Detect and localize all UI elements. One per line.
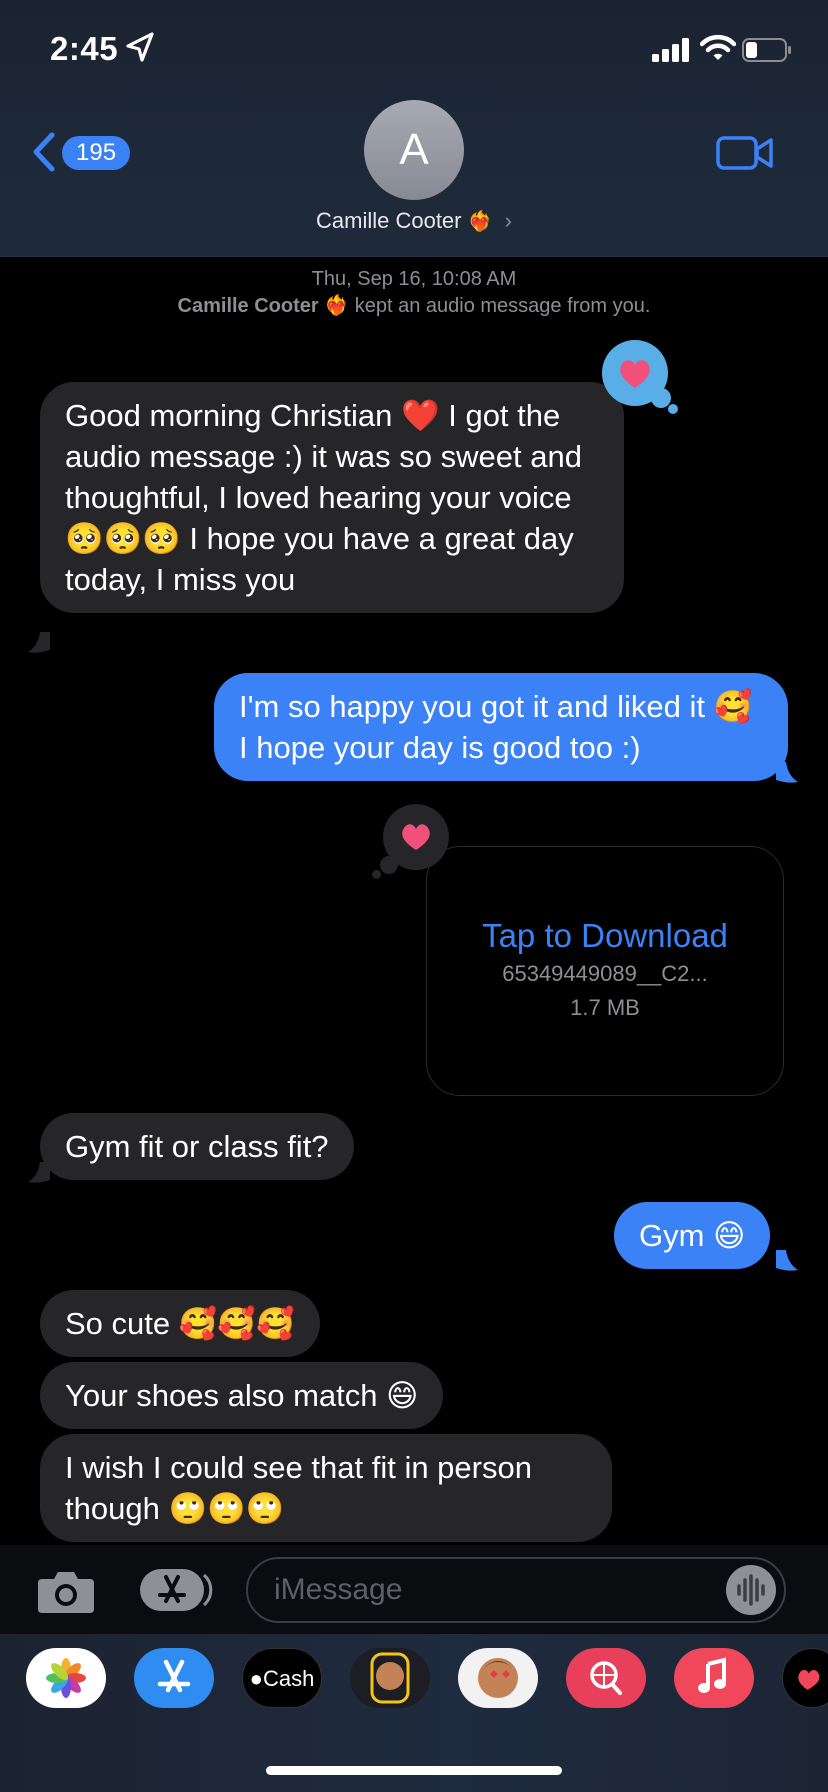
message-text: Gym [639, 1218, 714, 1253]
message-text: I hope your day is good too :) [239, 730, 641, 765]
message-incoming[interactable]: Gym fit or class fit? [40, 1113, 354, 1180]
tapback-dot [380, 856, 398, 874]
battery-icon [742, 38, 791, 62]
message-text: So cute [65, 1306, 179, 1341]
message-text: I wish I could see that fit in person th… [65, 1450, 532, 1526]
imessage-input[interactable]: iMessage [246, 1557, 786, 1623]
message-text: Gym fit or class fit? [65, 1129, 329, 1164]
chevron-left-icon [33, 132, 55, 172]
message-text: Good morning Christian [65, 398, 401, 433]
timestamp-time: 10:08 AM [431, 268, 517, 290]
kept-name: Camille Cooter [177, 295, 319, 317]
status-time: 2:45 [50, 30, 119, 67]
conversation-info: Thu, Sep 16, 10:08 AM Camille Cooter ❤️‍… [0, 266, 828, 320]
status-bar: 2:45 [0, 0, 828, 100]
unread-count-badge: 195 [62, 136, 131, 170]
message-incoming[interactable]: So cute 🥰🥰🥰 [40, 1290, 320, 1357]
bubble-tail [776, 1250, 798, 1271]
attachment-download-bubble[interactable]: Tap to Download 65349449089__C2... 1.7 M… [426, 846, 784, 1096]
attachment-size: 1.7 MB [570, 995, 640, 1020]
timestamp-day: Thu, Sep 16, [311, 268, 427, 290]
kept-emoji: ❤️‍🔥 [324, 295, 350, 317]
message-emoji: 😄 [386, 1378, 419, 1413]
photos-app-icon[interactable] [26, 1648, 106, 1708]
imessage-placeholder: iMessage [274, 1573, 403, 1606]
tapback-dot [372, 870, 381, 879]
app-store-apps-icon[interactable] [138, 1565, 214, 1615]
bubble-tail [28, 1162, 50, 1183]
back-button[interactable]: 195 [30, 128, 131, 174]
message-text: I'm so happy you got it and liked it [239, 689, 714, 724]
location-arrow-icon [126, 32, 154, 62]
message-emoji: 🙄🙄🙄 [168, 1491, 285, 1526]
timestamp: Thu, Sep 16, 10:08 AM [0, 266, 828, 293]
message-emoji: 🥺🥺🥺 [65, 521, 181, 556]
memoji-stickers-icon[interactable] [458, 1648, 538, 1708]
bubble-tail [776, 762, 798, 783]
message-outgoing[interactable]: I'm so happy you got it and liked it 🥰 I… [214, 673, 788, 781]
chevron-right-icon: › [504, 208, 512, 233]
kept-text: kept an audio message from you. [354, 295, 651, 317]
contact-emoji: ❤️‍🔥 [467, 211, 493, 233]
memoji-icon[interactable] [350, 1648, 430, 1708]
message-incoming[interactable]: I wish I could see that fit in person th… [40, 1434, 612, 1542]
digital-touch-icon[interactable] [782, 1648, 828, 1708]
message-outgoing[interactable]: Gym 😄 [614, 1202, 771, 1269]
facetime-video-icon[interactable] [716, 134, 774, 172]
contact-name-button[interactable]: Camille Cooter ❤️‍🔥 › [0, 208, 828, 234]
message-composer: iMessage [0, 1545, 828, 1635]
bubble-tail [28, 632, 50, 653]
message-text: Your shoes also match [65, 1378, 387, 1413]
conversation-header: 2:45 195 A Camille Cooter ❤️‍🔥 › [0, 0, 828, 257]
cellular-signal-icon [652, 38, 689, 62]
message-emoji: 🥰🥰🥰 [178, 1306, 295, 1341]
contact-avatar[interactable]: A [364, 100, 464, 200]
wifi-icon [700, 34, 736, 60]
message-incoming[interactable]: Your shoes also match 😄 [40, 1362, 444, 1429]
attachment-filename: 65349449089__C2... [502, 961, 708, 986]
tapback-dot [668, 404, 678, 414]
contact-name: Camille Cooter [316, 208, 462, 233]
message-emoji: ❤️ [401, 398, 440, 433]
kept-notice: Camille Cooter ❤️‍🔥 kept an audio messag… [0, 293, 828, 320]
message-emoji: 😄 [713, 1218, 746, 1253]
web-image-search-icon[interactable] [566, 1648, 646, 1708]
apple-cash-icon[interactable]: ●Cash [242, 1648, 322, 1708]
home-indicator[interactable] [266, 1766, 562, 1775]
apple-cash-label: Cash [262, 1666, 315, 1691]
app-store-icon[interactable] [134, 1648, 214, 1708]
message-emoji: 🥰 [713, 689, 753, 724]
camera-icon[interactable] [36, 1565, 96, 1615]
message-incoming[interactable]: Good morning Christian ❤️ I got the audi… [40, 382, 624, 613]
music-app-icon[interactable] [674, 1648, 754, 1708]
tap-to-download-link[interactable]: Tap to Download [427, 917, 783, 955]
audio-waveform-icon[interactable] [726, 1565, 776, 1615]
